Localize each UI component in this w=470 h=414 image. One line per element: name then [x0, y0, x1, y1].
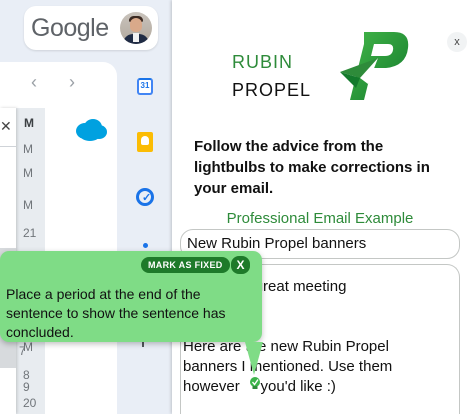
panel-close-button[interactable]: x: [447, 32, 467, 52]
tasks-icon-glyph: ✓: [142, 192, 152, 204]
week-day-cell[interactable]: 9: [23, 380, 53, 394]
week-day-cell[interactable]: 7: [19, 344, 49, 358]
salesforce-icon[interactable]: [74, 118, 108, 142]
week-header: M: [24, 116, 34, 130]
week-day-cell[interactable]: M: [23, 142, 53, 156]
tasks-icon[interactable]: ✓: [136, 188, 154, 206]
brand-name-line2: PROPEL: [232, 80, 312, 100]
avatar[interactable]: [120, 12, 152, 44]
side-popup-close-icon[interactable]: ✕: [0, 118, 12, 135]
calendar-prev-button[interactable]: ‹: [31, 72, 37, 93]
keep-icon[interactable]: [137, 132, 153, 152]
week-day-cell[interactable]: M: [23, 166, 53, 180]
week-day-cell[interactable]: 20: [23, 396, 53, 410]
tooltip-close-button[interactable]: X: [231, 256, 250, 274]
divider: [0, 146, 16, 147]
google-logo: Google: [31, 14, 109, 42]
week-day-cell[interactable]: M: [23, 198, 53, 212]
app-rail: [118, 62, 172, 414]
tooltip-message: Place a period at the end of the sentenc…: [6, 286, 226, 340]
instruction-text: Follow the advice from the lightbulbs to…: [194, 138, 430, 197]
calendar-icon-label: 31: [140, 81, 150, 90]
example-title: Professional Email Example: [226, 210, 414, 227]
brand-name-line1: RUBIN: [232, 52, 294, 72]
tooltip-pointer: [245, 342, 263, 375]
lightbulb-icon[interactable]: [249, 377, 261, 391]
calendar-icon[interactable]: 31: [137, 78, 153, 95]
google-account-chip[interactable]: Google: [24, 6, 158, 50]
contacts-icon[interactable]: [143, 243, 148, 248]
rubin-propel-logo-icon: [340, 32, 409, 100]
calendar-next-button[interactable]: ›: [69, 72, 75, 93]
mark-as-fixed-button[interactable]: MARK AS FIXED: [141, 257, 230, 273]
week-day-cell[interactable]: 21: [23, 226, 53, 240]
